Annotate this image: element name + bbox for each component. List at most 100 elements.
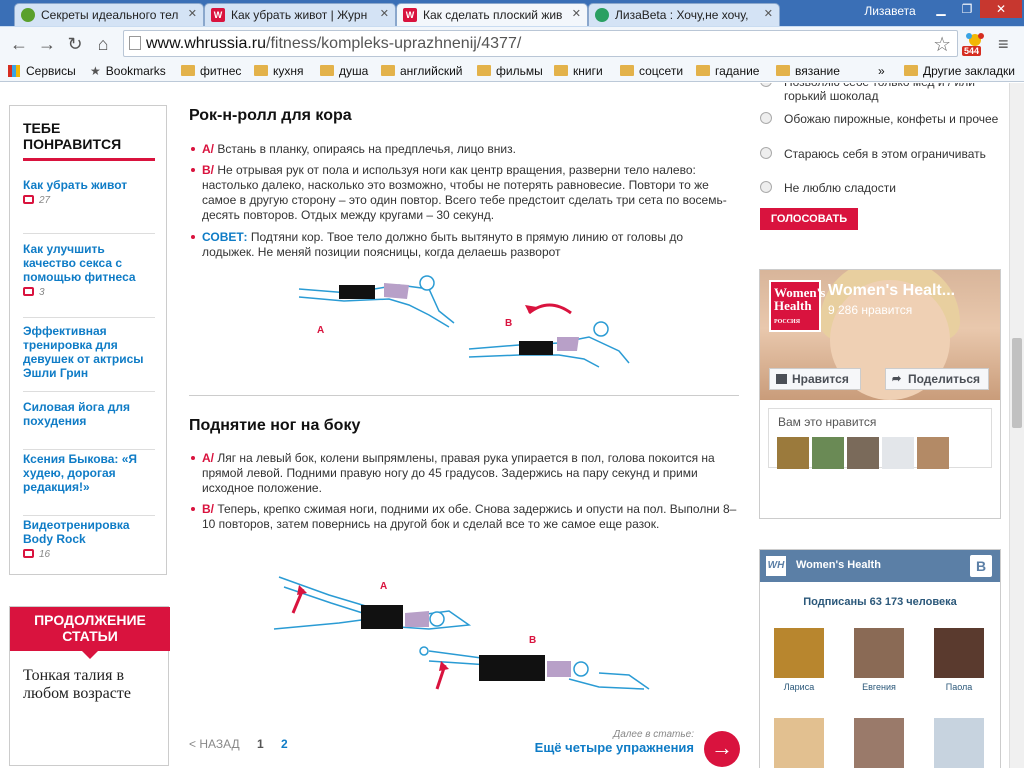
- scrollbar-thumb[interactable]: [1012, 338, 1022, 428]
- forward-icon[interactable]: →: [36, 33, 58, 55]
- bookmark-folder[interactable]: вязание: [776, 64, 840, 78]
- tab-1[interactable]: Секреты идеального тел ✕: [14, 3, 204, 26]
- womens-health-logo[interactable]: Women's Health РОССИЯ: [769, 280, 825, 332]
- facebook-share-button[interactable]: ➦ Поделиться: [885, 368, 989, 390]
- profile-button[interactable]: Лизавета: [856, 2, 924, 20]
- next-arrow-button[interactable]: →: [704, 731, 740, 767]
- recommended-link[interactable]: Как улучшить качество секса с помощью фи…: [23, 242, 155, 284]
- tab-3-active[interactable]: W Как сделать плоский жив ✕: [396, 3, 588, 26]
- vk-member[interactable]: Паола: [934, 628, 984, 692]
- poll-option[interactable]: Стараюсь себя в этом ограничивать: [760, 147, 1000, 161]
- tab-4-title: ЛизаBeta : Хочу,не хочу,: [615, 8, 749, 22]
- radio-button[interactable]: [760, 112, 772, 124]
- bookmark-folder[interactable]: книги: [554, 64, 603, 78]
- tip-text: Подтяни кор. Твое тело должно быть вытян…: [202, 230, 684, 259]
- avatar[interactable]: [812, 437, 844, 469]
- close-icon[interactable]: ✕: [188, 7, 197, 20]
- bookmark-folder[interactable]: соцсети: [620, 64, 683, 78]
- restore-icon[interactable]: ❐: [954, 0, 980, 18]
- window-close-icon[interactable]: ✕: [980, 0, 1022, 18]
- radio-button[interactable]: [760, 83, 772, 87]
- bookmark-star-icon[interactable]: ☆: [933, 32, 951, 57]
- address-bar[interactable]: www.whrussia.ru/fitness/kompleks-uprazhn…: [123, 30, 958, 57]
- recommended-title: ТЕБЕ ПОНРАВИТСЯ: [23, 120, 155, 161]
- section-divider: [189, 395, 739, 396]
- home-icon[interactable]: ⌂: [92, 33, 114, 55]
- wh-favicon: W: [211, 8, 225, 22]
- poll-option[interactable]: Обожаю пирожные, конфеты и прочее: [760, 112, 1000, 126]
- wh-logo[interactable]: WH: [766, 556, 786, 576]
- close-icon[interactable]: ✕: [380, 7, 389, 20]
- recommended-link[interactable]: Силовая йога для похудения: [23, 400, 155, 428]
- bookmark-folder[interactable]: фитнес: [181, 64, 241, 78]
- vk-member[interactable]: [854, 718, 904, 768]
- recommended-link[interactable]: Видеотренировка Body Rock: [23, 518, 155, 546]
- list-item: Видеотренировка Body Rock 16: [23, 518, 155, 568]
- bookmark-bookmarks[interactable]: ★ Bookmarks: [90, 64, 166, 78]
- radio-button[interactable]: [760, 147, 772, 159]
- facebook-like-button[interactable]: Нравится: [769, 368, 861, 390]
- vk-member[interactable]: Лариса: [774, 628, 824, 692]
- close-icon[interactable]: ✕: [764, 7, 773, 20]
- vk-member[interactable]: Евгения: [854, 628, 904, 692]
- bookmark-label: гадание: [715, 64, 760, 78]
- radio-button[interactable]: [760, 181, 772, 193]
- list-item: Как убрать живот 27: [23, 178, 155, 234]
- figure-label-b: B: [505, 318, 512, 329]
- facebook-f-icon: [776, 374, 787, 384]
- avatar[interactable]: [917, 437, 949, 469]
- tip: СОВЕТ: Подтяни кор. Твое тело должно быт…: [191, 230, 738, 260]
- bookmark-label: Сервисы: [26, 64, 76, 78]
- bookmark-folder[interactable]: кухня: [254, 64, 304, 78]
- tab-2[interactable]: W Как убрать живот | Журн ✕: [204, 3, 396, 26]
- recommended-link[interactable]: Как убрать живот: [23, 178, 155, 192]
- bookmarks-overflow[interactable]: »: [878, 64, 885, 78]
- bookmark-label: фитнес: [200, 64, 242, 78]
- vk-member[interactable]: [774, 718, 824, 768]
- bookmark-folder[interactable]: фильмы: [477, 64, 543, 78]
- figure-label-a: A: [380, 581, 387, 592]
- continue-article-box[interactable]: ПРОДОЛЖЕНИЕ СТАТЬИ Тонкая талия в любом …: [9, 606, 170, 766]
- continue-article-link[interactable]: Тонкая талия в любом возрасте: [23, 667, 163, 703]
- poll-option[interactable]: Позволяю себе только мед и / или горький…: [760, 83, 1000, 103]
- tab-3-title: Как сделать плоский жив: [423, 8, 563, 22]
- back-link[interactable]: < НАЗАД: [189, 737, 240, 751]
- vk-member[interactable]: [934, 718, 984, 768]
- bookmark-folder[interactable]: английский: [381, 64, 462, 78]
- close-icon[interactable]: ✕: [572, 7, 581, 20]
- vk-logo-icon[interactable]: B: [970, 555, 992, 577]
- page-2[interactable]: 2: [281, 737, 288, 751]
- logo-subtext: РОССИЯ: [774, 319, 801, 325]
- tab-1-title: Секреты идеального тел: [41, 8, 179, 22]
- recommended-link[interactable]: Эффективная тренировка для девушек от ак…: [23, 324, 155, 380]
- figure-label-b: B: [529, 635, 536, 646]
- facebook-page-name[interactable]: Women's Healt...: [828, 282, 955, 300]
- bookmark-label: кухня: [273, 64, 304, 78]
- other-bookmarks[interactable]: Другие закладки: [904, 64, 1015, 78]
- reload-icon[interactable]: ↻: [64, 33, 86, 55]
- avatar[interactable]: [777, 437, 809, 469]
- vote-button[interactable]: ГОЛОСОВАТЬ: [760, 208, 858, 230]
- page-scrollbar[interactable]: [1009, 83, 1024, 768]
- heading-pointer: [82, 651, 98, 659]
- extension-button[interactable]: 544: [962, 32, 986, 56]
- bookmark-services[interactable]: Сервисы: [8, 64, 76, 78]
- bookmark-label: Другие закладки: [923, 64, 1015, 78]
- poll-option[interactable]: Не люблю сладости: [760, 181, 1000, 195]
- bookmark-folder[interactable]: гадание: [696, 64, 759, 78]
- back-icon[interactable]: ←: [8, 33, 30, 55]
- next-in-article[interactable]: Далее в статье: Ещё четыре упражнения →: [520, 729, 740, 767]
- vk-group-name[interactable]: Women's Health: [796, 559, 881, 571]
- tab-4[interactable]: ЛизаBeta : Хочу,не хочу, ✕: [588, 3, 780, 26]
- page-1[interactable]: 1: [257, 737, 264, 751]
- minimize-icon[interactable]: ▁: [928, 0, 954, 18]
- menu-icon[interactable]: ≡: [998, 34, 1009, 55]
- bookmark-label: вязание: [795, 64, 840, 78]
- comment-count: 16: [23, 549, 155, 560]
- comment-count: 3: [23, 287, 155, 298]
- recommended-link[interactable]: Ксения Быкова: «Я худею, дорогая редакци…: [23, 452, 155, 494]
- recommended-box: ТЕБЕ ПОНРАВИТСЯ Как убрать живот 27 Как …: [9, 105, 167, 575]
- avatar[interactable]: [882, 437, 914, 469]
- bookmark-folder[interactable]: душа: [320, 64, 368, 78]
- avatar[interactable]: [847, 437, 879, 469]
